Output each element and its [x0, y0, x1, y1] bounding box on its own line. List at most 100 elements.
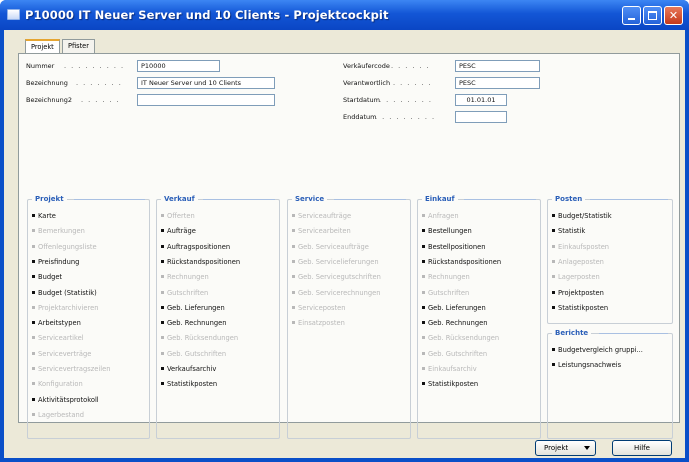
bullet-icon [161, 321, 164, 325]
tab-projekt[interactable]: Projekt [25, 39, 60, 54]
bezeichnung-field[interactable]: IT Neuer Server und 10 Clients [137, 77, 275, 89]
bullet-icon [552, 259, 555, 263]
bullet-icon [32, 275, 35, 279]
enddatum-dots: . . . . . . . . . [375, 113, 436, 121]
link-posten-lagerposten: Lagerposten [552, 273, 600, 281]
bullet-icon [552, 305, 555, 309]
link-verkauf-geb-rechnungen[interactable]: Geb. Rechnungen [161, 319, 226, 327]
link-verkauf-geb-lieferungen[interactable]: Geb. Lieferungen [161, 304, 225, 312]
link-label: Einkaufsarchiv [428, 365, 477, 373]
group-header-rule [74, 199, 145, 200]
nummer-field[interactable]: P10000 [137, 60, 220, 72]
link-label: Bemerkungen [38, 227, 85, 236]
bullet-icon [552, 348, 555, 351]
link-einkauf-geb-rechnungen[interactable]: Geb. Rechnungen [422, 319, 487, 327]
close-icon: ✕ [668, 9, 679, 22]
link-posten-projektposten[interactable]: Projektposten [552, 289, 604, 297]
link-einkauf-anfragen: Anfragen [422, 212, 459, 220]
bezeichnung2-dots: . . . . . . [81, 96, 121, 104]
verantwortlich-field[interactable]: PESC [455, 77, 540, 89]
link-label: Budget (Statistik) [38, 288, 97, 297]
link-berichte-leistungsnachweis[interactable]: Leistungsnachweis [552, 361, 621, 369]
window-client-area: Projekt Pfister Nummer . . . . . . . . .… [4, 30, 685, 458]
verkaeufercode-label: Verkäufercode [343, 62, 390, 70]
nummer-dots: . . . . . . . . . [64, 62, 125, 70]
link-projekt-budget[interactable]: Budget [32, 273, 62, 281]
bullet-icon [292, 305, 295, 309]
startdatum-field[interactable]: 01.01.01 [455, 94, 507, 106]
link-einkauf-rueckstandspositionen[interactable]: Rückstandspositionen [422, 258, 501, 266]
bezeichnung2-field[interactable] [137, 94, 275, 106]
link-einkauf-bestellpositionen[interactable]: Bestellpositionen [422, 243, 485, 251]
link-posten-budget-statistik[interactable]: Budget/Statistik [552, 212, 612, 220]
bullet-icon [161, 336, 164, 340]
link-projekt-servicevertragszeilen: Servicevertragszeilen [32, 365, 110, 373]
link-projekt-budget-statistik[interactable]: Budget (Statistik) [32, 289, 97, 297]
bullet-icon [161, 305, 164, 309]
link-einkauf-geb-lieferungen[interactable]: Geb. Lieferungen [422, 304, 486, 312]
link-projekt-arbeitstypen[interactable]: Arbeitstypen [32, 319, 81, 327]
chevron-down-icon [584, 446, 590, 450]
link-berichte-budgetvergleich-gruppi[interactable]: Budgetvergleich gruppi... [552, 346, 643, 354]
maximize-button[interactable] [643, 6, 662, 25]
link-projekt-aktivitaetsprotokoll[interactable]: Aktivitätsprotokoll [32, 396, 99, 404]
link-label: Lagerposten [558, 273, 600, 282]
link-label: Statistikposten [428, 380, 479, 389]
close-button[interactable]: ✕ [664, 6, 683, 25]
bullet-icon [161, 229, 164, 233]
group-title-posten: Posten [552, 195, 586, 203]
link-label: Serviceaufträge [298, 212, 352, 220]
link-label: Serviceverträge [38, 349, 92, 358]
link-label: Projektposten [558, 288, 604, 297]
link-posten-statistik[interactable]: Statistik [552, 227, 585, 235]
link-projekt-offenlegungsliste: Offenlegungsliste [32, 243, 97, 251]
link-verkauf-statistikposten[interactable]: Statistikposten [161, 380, 217, 388]
minimize-button[interactable] [622, 6, 641, 25]
link-service-geb-servicerechnungen: Geb. Servicerechnungen [292, 289, 380, 297]
link-verkauf-geb-ruecksendungen: Geb. Rücksendungen [161, 334, 238, 342]
bullet-icon [32, 397, 35, 401]
link-label: Geb. Rechnungen [428, 319, 488, 328]
verkaeufercode-field[interactable]: PESC [455, 60, 540, 72]
link-label: Lagerbestand [38, 410, 84, 419]
link-verkauf-auftragspositionen[interactable]: Auftragspositionen [161, 243, 230, 251]
bullet-icon [422, 259, 425, 263]
link-label: Statistikposten [558, 303, 609, 312]
tab-pfister[interactable]: Pfister [62, 39, 95, 53]
bullet-icon [161, 259, 164, 263]
enddatum-field[interactable] [455, 111, 507, 123]
link-projekt-bemerkungen: Bemerkungen [32, 227, 85, 235]
link-verkauf-rueckstandspositionen[interactable]: Rückstandspositionen [161, 258, 240, 266]
bullet-icon [422, 275, 425, 279]
link-posten-statistikposten[interactable]: Statistikposten [552, 304, 608, 312]
bullet-icon [552, 290, 555, 294]
bullet-icon [32, 321, 35, 325]
title-bar[interactable]: P10000 IT Neuer Server und 10 Clients - … [0, 0, 689, 30]
verantwortlich-dots: . . . . . . [393, 79, 433, 87]
group-title-service: Service [292, 195, 328, 203]
group-einkauf: Einkauf Anfragen Bestellungen Bestellpositi… [417, 195, 541, 439]
link-verkauf-auftraege[interactable]: Aufträge [161, 227, 196, 235]
link-verkauf-verkaufsarchiv[interactable]: Verkaufsarchiv [161, 365, 216, 373]
bezeichnung-dots: . . . . . . . [76, 79, 123, 87]
link-label: Budgetvergleich gruppi... [558, 346, 643, 354]
link-projekt-preisfindung[interactable]: Preisfindung [32, 258, 79, 266]
link-projekt-karte[interactable]: Karte [32, 212, 56, 220]
link-projekt-konfiguration: Konfiguration [32, 380, 83, 388]
link-einkauf-bestellungen[interactable]: Bestellungen [422, 227, 472, 235]
group-verkauf: Verkauf Offerten Aufträge Auftragspositione… [156, 195, 280, 439]
group-berichte: Berichte Budgetvergleich gruppi... Leistun… [547, 329, 673, 439]
link-label: Serviceartikel [38, 334, 84, 343]
projekt-menu-button[interactable]: Projekt [535, 440, 596, 456]
link-label: Preisfindung [38, 257, 80, 266]
hilfe-button[interactable]: Hilfe [612, 440, 672, 456]
link-verkauf-rechnungen: Rechnungen [161, 273, 209, 281]
bullet-icon [161, 367, 164, 370]
link-service-servicearbeiten: Servicearbeiten [292, 227, 351, 235]
bullet-icon [161, 244, 164, 248]
link-label: Karte [38, 212, 56, 220]
maximize-icon [648, 11, 657, 20]
link-label: Geb. Lieferungen [167, 303, 225, 312]
link-verkauf-gutschriften: Gutschriften [161, 289, 208, 297]
link-einkauf-statistikposten[interactable]: Statistikposten [422, 380, 478, 388]
